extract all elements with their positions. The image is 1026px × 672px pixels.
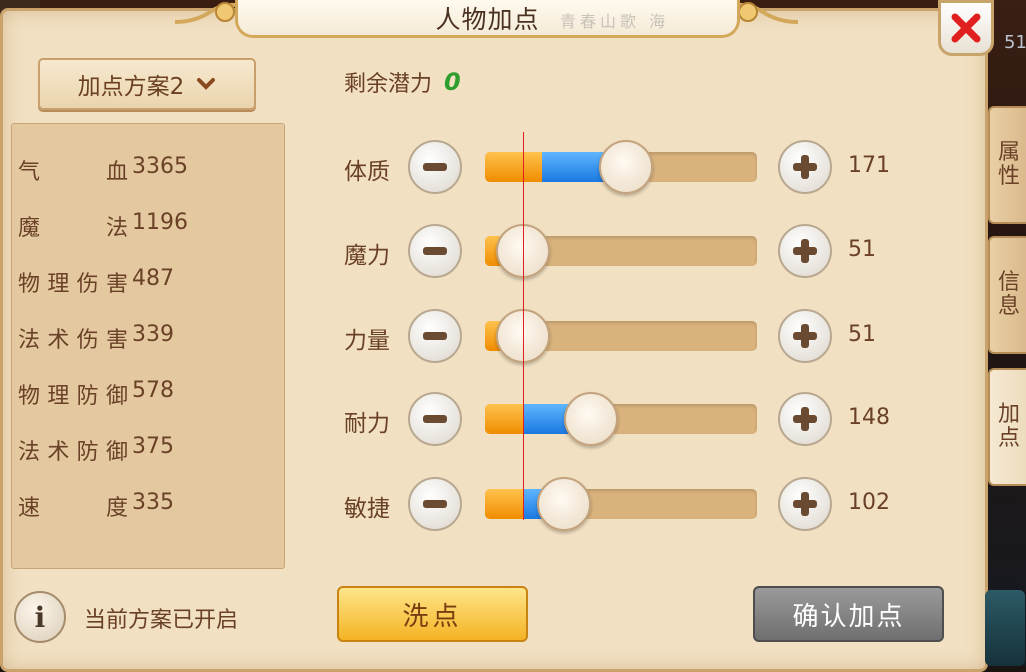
scheme-dropdown-button[interactable]: 加点方案2: [38, 58, 256, 110]
attribute-value: 51: [848, 237, 876, 262]
stat-label: 速度: [18, 496, 128, 521]
stat-row: 法术伤害 339: [18, 322, 174, 354]
attribute-value: 148: [848, 405, 890, 430]
plus-icon: [801, 239, 809, 263]
minus-icon: [423, 247, 447, 255]
decrease-button[interactable]: [408, 477, 462, 531]
base-fill: [485, 152, 543, 182]
attribute-value: 102: [848, 490, 890, 515]
close-icon: [951, 13, 981, 43]
decrease-button[interactable]: [408, 224, 462, 278]
stat-value: 578: [132, 378, 174, 403]
stat-value: 339: [132, 322, 174, 347]
stat-value: 3365: [132, 154, 188, 179]
minus-icon: [423, 332, 447, 340]
stat-row: 魔法 1196: [18, 210, 188, 242]
tab-attributes[interactable]: 属 性: [988, 106, 1026, 224]
increase-button[interactable]: [778, 477, 832, 531]
stat-label: 魔法: [18, 216, 128, 241]
slider-knob[interactable]: [536, 477, 591, 531]
attribute-slider-track[interactable]: [485, 404, 757, 434]
stat-value: 487: [132, 266, 174, 291]
attribute-value: 171: [848, 153, 890, 178]
corner-decoration: [985, 590, 1025, 666]
stat-row: 速度 335: [18, 490, 174, 522]
increase-button[interactable]: [778, 140, 832, 194]
attribute-label: 力量: [344, 328, 390, 354]
minus-icon: [423, 500, 447, 508]
attribute-label: 体质: [344, 159, 390, 185]
tab-info[interactable]: 信 息: [988, 236, 1026, 354]
remaining-potential-value: 0: [444, 68, 461, 96]
decrease-button[interactable]: [408, 392, 462, 446]
attribute-label: 敏捷: [344, 496, 390, 522]
info-icon[interactable]: i: [14, 591, 66, 643]
stat-label: 物理防御: [18, 384, 128, 409]
stat-value: 335: [132, 490, 174, 515]
attribute-slider-track[interactable]: [485, 489, 757, 519]
plus-icon: [801, 492, 809, 516]
increase-button[interactable]: [778, 224, 832, 278]
scheme-dropdown-label: 加点方案2: [77, 74, 185, 100]
confirm-points-label: 确认加点: [792, 601, 905, 632]
ink-decoration-text: 青春山歌 海: [560, 12, 670, 31]
right-edge-number: 51: [1004, 32, 1026, 53]
reset-points-label: 洗点: [402, 601, 463, 632]
plus-icon: [801, 407, 809, 431]
minus-icon: [423, 415, 447, 423]
remaining-potential-label: 剩余潜力: [344, 72, 433, 97]
stat-label: 物理伤害: [18, 272, 128, 297]
increase-button[interactable]: [778, 309, 832, 363]
remaining-potential: 剩余潜力 0: [344, 66, 461, 98]
plus-icon: [801, 155, 809, 179]
increase-button[interactable]: [778, 392, 832, 446]
chevron-down-icon: [197, 78, 216, 90]
tab-add-points[interactable]: 加 点: [988, 368, 1026, 486]
stat-row: 气血 3365: [18, 154, 188, 186]
plus-icon: [801, 324, 809, 348]
slider-knob[interactable]: [564, 392, 619, 446]
stat-label: 法术防御: [18, 440, 128, 465]
minus-icon: [423, 163, 447, 171]
scheme-status-text: 当前方案已开启: [84, 608, 239, 633]
attribute-label: 魔力: [344, 243, 390, 269]
attribute-value: 51: [848, 322, 876, 347]
base-fill: [485, 404, 524, 434]
confirm-points-button[interactable]: 确认加点: [753, 586, 944, 642]
window-title: 人物加点: [435, 4, 540, 34]
stat-value: 1196: [132, 210, 188, 235]
stat-row: 物理伤害 487: [18, 266, 174, 298]
stat-row: 法术防御 375: [18, 434, 174, 466]
stat-label: 气血: [18, 160, 128, 185]
decrease-button[interactable]: [408, 309, 462, 363]
attribute-label: 耐力: [344, 411, 390, 437]
base-fill: [485, 489, 524, 519]
stat-row: 物理防御 578: [18, 378, 174, 410]
stat-value: 375: [132, 434, 174, 459]
decrease-button[interactable]: [408, 140, 462, 194]
reset-points-button[interactable]: 洗点: [337, 586, 528, 642]
close-button[interactable]: [938, 0, 994, 56]
stat-label: 法术伤害: [18, 328, 128, 353]
guide-line: [523, 132, 524, 520]
